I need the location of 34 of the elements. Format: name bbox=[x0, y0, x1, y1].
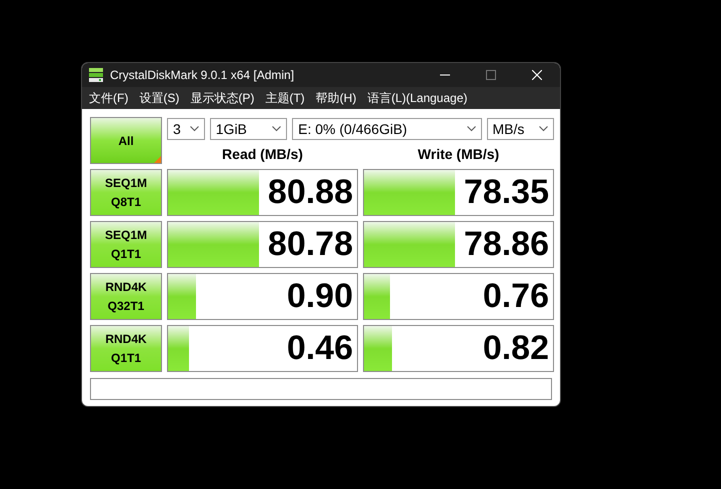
chevron-down-icon bbox=[190, 126, 199, 132]
menu-item[interactable]: 设置(S) bbox=[134, 90, 186, 106]
test-button[interactable]: SEQ1M Q1T1 bbox=[90, 221, 162, 268]
result-value: 80.88 bbox=[268, 173, 354, 212]
result-value: 80.78 bbox=[268, 225, 354, 264]
test-button[interactable]: SEQ1M Q8T1 bbox=[90, 169, 162, 216]
column-header: Write (MB/s) bbox=[416, 146, 500, 162]
result-value: 78.35 bbox=[464, 173, 550, 212]
menu-item[interactable]: 文件(F) bbox=[84, 90, 134, 106]
app-drive-icon bbox=[88, 67, 104, 83]
chevron-down-icon bbox=[272, 126, 282, 132]
chevron-down-icon bbox=[539, 126, 548, 132]
chevron-down-icon bbox=[466, 126, 476, 132]
menu-item[interactable]: 显示状态(P) bbox=[185, 90, 260, 106]
dropdown[interactable]: 1GiB bbox=[210, 118, 288, 140]
result-value: 78.86 bbox=[464, 225, 550, 264]
menu-item[interactable]: 主题(T) bbox=[260, 90, 311, 106]
dropdown[interactable]: MB/s bbox=[486, 118, 554, 140]
all-button[interactable]: All bbox=[90, 117, 162, 164]
result-value: 0.76 bbox=[482, 277, 550, 316]
dropdown[interactable]: 3 bbox=[167, 118, 205, 140]
dropdown[interactable]: E: 0% (0/466GiB) bbox=[292, 118, 482, 140]
maximize-icon bbox=[486, 70, 496, 80]
result-value: 0.46 bbox=[286, 329, 354, 368]
comment-field[interactable] bbox=[90, 378, 552, 400]
result-value: 0.82 bbox=[482, 329, 550, 368]
test-button[interactable]: RND4K Q32T1 bbox=[90, 273, 162, 320]
column-header: Read (MB/s) bbox=[221, 146, 304, 162]
close-icon bbox=[532, 70, 542, 80]
menu-item[interactable]: 帮助(H) bbox=[310, 90, 362, 106]
result-value: 0.90 bbox=[286, 277, 354, 316]
menu-item[interactable]: 语言(L)(Language) bbox=[362, 90, 474, 106]
window-title: CrystalDiskMark 9.0.1 x64 [Admin] bbox=[110, 68, 294, 82]
test-button[interactable]: RND4K Q1T1 bbox=[90, 325, 162, 372]
